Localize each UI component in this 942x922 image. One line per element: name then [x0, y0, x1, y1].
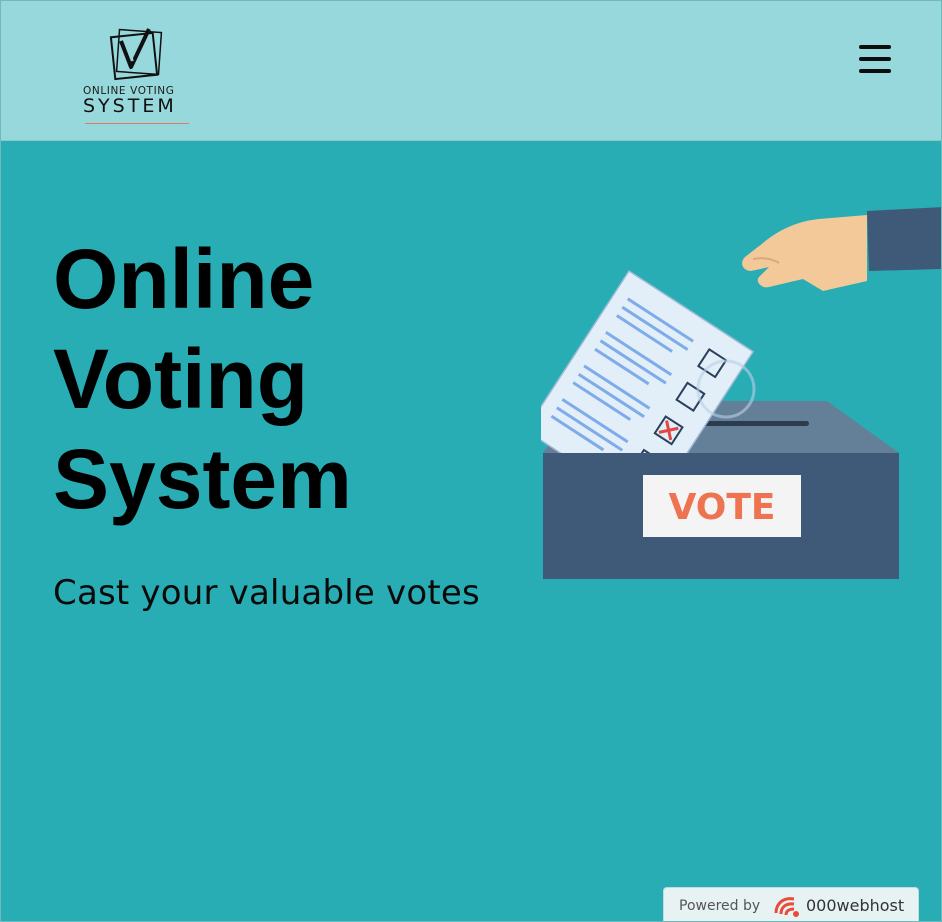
checkmark-logo-icon [109, 28, 163, 81]
hero-title: Online Voting System [53, 229, 493, 529]
powered-by-label: Powered by [679, 898, 761, 914]
hero-title-line: System [53, 432, 352, 526]
logo-underline [85, 123, 189, 124]
hero-subtitle: Cast your valuable votes [53, 573, 480, 613]
webhost-brand: 000webhost [806, 896, 905, 915]
logo-text-bottom: SYSTEM [83, 95, 177, 117]
vote-label: VOTE [669, 487, 776, 528]
webhost-logo-icon [774, 897, 799, 917]
hero-title-line: Voting [53, 332, 309, 426]
ballot-box-illustration: VOTE [541, 207, 941, 579]
page: ONLINE VOTING SYSTEM Online Voting Syste… [0, 0, 942, 922]
hamburger-menu-icon[interactable] [857, 43, 893, 77]
menu-bar [859, 57, 891, 61]
site-header: ONLINE VOTING SYSTEM [1, 1, 941, 141]
menu-bar [859, 45, 891, 49]
powered-by-badge[interactable]: Powered by 000webhost [663, 887, 919, 921]
hero-title-line: Online [53, 232, 315, 326]
site-logo[interactable]: ONLINE VOTING SYSTEM [81, 27, 195, 127]
menu-bar [859, 69, 891, 73]
